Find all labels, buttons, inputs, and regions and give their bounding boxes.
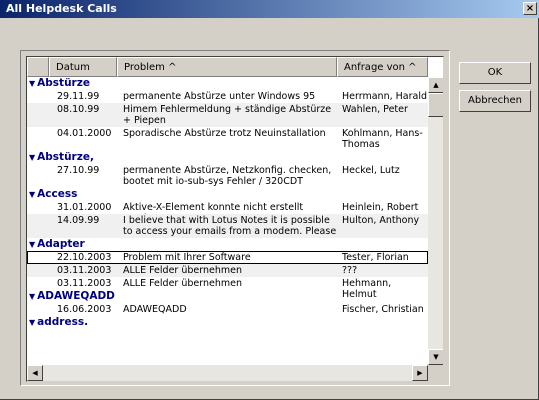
table-row[interactable]: 03.11.2003 ALLE Felder übernehmen Hehmann,…: [27, 277, 428, 300]
column-header-problem[interactable]: Problem ^: [117, 57, 337, 77]
row-requester: Wahlen, Peter: [342, 104, 408, 115]
row-date: 03.11.2003: [57, 265, 112, 276]
row-problem: ALLE Felder übernehmen: [123, 265, 242, 276]
calls-list[interactable]: Datum Problem ^ Anfrage von ^ ▼ Abstürze …: [26, 56, 444, 382]
row-date: 16.06.2003: [57, 304, 112, 315]
group-header[interactable]: ▼ Abstürze,: [27, 151, 428, 164]
row-problem: Himem Fehlermeldung + ständige Abstürze …: [123, 104, 332, 126]
close-icon[interactable]: ×: [523, 2, 537, 15]
row-date: 03.11.2003: [57, 278, 112, 289]
group-label: Abstürze: [37, 77, 90, 89]
scroll-down-icon[interactable]: ▼: [428, 349, 443, 365]
row-problem: I believe that with Lotus Notes it is po…: [123, 215, 337, 237]
row-requester: Hulton, Anthony: [342, 215, 420, 226]
group-label: Adapter: [37, 238, 85, 250]
list-rows: ▼ Abstürze 29.11.99 permanente Abstürze un…: [27, 77, 428, 365]
table-row[interactable]: 08.10.99 Himem Fehlermeldung + ständige A…: [27, 103, 428, 127]
scrollbar-corner: [428, 365, 443, 381]
row-problem: permanente Abstürze, Netzkonfig. checken…: [123, 165, 332, 187]
table-row-selected[interactable]: 22.10.2003 Problem mit Ihrer Software Test…: [27, 251, 428, 264]
table-row[interactable]: 31.01.2000 Aktive-X-Element konnte nicht …: [27, 201, 428, 224]
expand-triangle-icon[interactable]: ▼: [29, 292, 35, 301]
group-label: ADAWEQADD: [37, 290, 115, 302]
row-requester: Fischer, Christian: [342, 304, 424, 315]
column-header-date[interactable]: Datum: [49, 57, 117, 77]
row-requester: Kohlmann, Hans-Thomas: [342, 128, 423, 150]
expand-triangle-icon[interactable]: ▼: [29, 240, 35, 249]
row-problem: ALLE Felder übernehmen: [123, 278, 242, 289]
row-date: 08.10.99: [57, 104, 100, 115]
row-problem: Problem mit Ihrer Software: [123, 252, 251, 263]
row-problem: permanente Abstürze unter Windows 95: [123, 91, 316, 102]
group-label: address.: [37, 316, 89, 328]
row-date: 29.11.99: [57, 91, 100, 102]
table-row[interactable]: 04.01.2000 Sporadische Abstürze trotz Neu…: [27, 127, 428, 151]
row-requester: Heckel, Lutz: [342, 165, 400, 176]
title-bar: All Helpdesk Calls ×: [0, 0, 539, 18]
expand-triangle-icon[interactable]: ▼: [29, 153, 35, 162]
row-problem: Sporadische Abstürze trotz Neuinstallati…: [123, 128, 326, 139]
column-header-requester[interactable]: Anfrage von ^: [337, 57, 428, 77]
column-header: Datum Problem ^ Anfrage von ^: [27, 57, 428, 77]
table-row[interactable]: 14.09.99 I believe that with Lotus Notes …: [27, 214, 428, 238]
helpdesk-dialog: All Helpdesk Calls × Datum Problem ^ Anf…: [0, 0, 539, 400]
row-requester: Heinlein, Robert: [342, 202, 419, 213]
row-date: 22.10.2003: [57, 252, 112, 263]
group-header[interactable]: ▼ address.: [27, 316, 428, 329]
row-problem: ADAWEQADD: [123, 304, 187, 315]
ok-button[interactable]: OK: [459, 62, 531, 84]
row-requester: ???: [342, 265, 358, 276]
scroll-right-icon[interactable]: ▶: [412, 365, 428, 381]
row-date: 27.10.99: [57, 165, 100, 176]
expand-triangle-icon[interactable]: ▼: [29, 79, 35, 88]
row-requester: Hehmann, Helmut: [342, 278, 392, 300]
row-requester: Herrmann, Harald: [342, 91, 427, 102]
row-date: 14.09.99: [57, 215, 100, 226]
table-row[interactable]: 03.11.2003 ALLE Felder übernehmen???: [27, 264, 428, 277]
table-row[interactable]: 29.11.99 permanente Abstürze unter Window…: [27, 90, 428, 103]
table-row[interactable]: 16.06.2003 ADAWEQADD Fischer, Christian: [27, 303, 428, 316]
window-title: All Helpdesk Calls: [6, 2, 117, 15]
group-label: Abstürze,: [37, 151, 94, 163]
vertical-scroll-thumb[interactable]: [428, 93, 443, 117]
cancel-button[interactable]: Abbrechen: [459, 90, 531, 112]
row-requester: Tester, Florian: [342, 252, 409, 263]
scroll-up-icon[interactable]: ▲: [428, 77, 443, 93]
horizontal-scrollbar[interactable]: ◀ ▶: [27, 365, 428, 381]
expand-triangle-icon[interactable]: ▼: [29, 190, 35, 199]
expand-triangle-icon[interactable]: ▼: [29, 318, 35, 327]
group-header[interactable]: ▼ Adapter: [27, 238, 428, 251]
vertical-scrollbar[interactable]: ▲ ▼: [428, 77, 443, 365]
group-label: Access: [37, 188, 78, 200]
group-header[interactable]: ▼ Abstürze: [27, 77, 428, 90]
scroll-left-icon[interactable]: ◀: [27, 365, 43, 381]
row-date: 04.01.2000: [57, 128, 112, 139]
row-date: 31.01.2000: [57, 202, 112, 213]
table-row[interactable]: 27.10.99 permanente Abstürze, Netzkonfig.…: [27, 164, 428, 188]
group-header[interactable]: ▼ Access: [27, 188, 428, 201]
header-blank: [27, 57, 49, 77]
